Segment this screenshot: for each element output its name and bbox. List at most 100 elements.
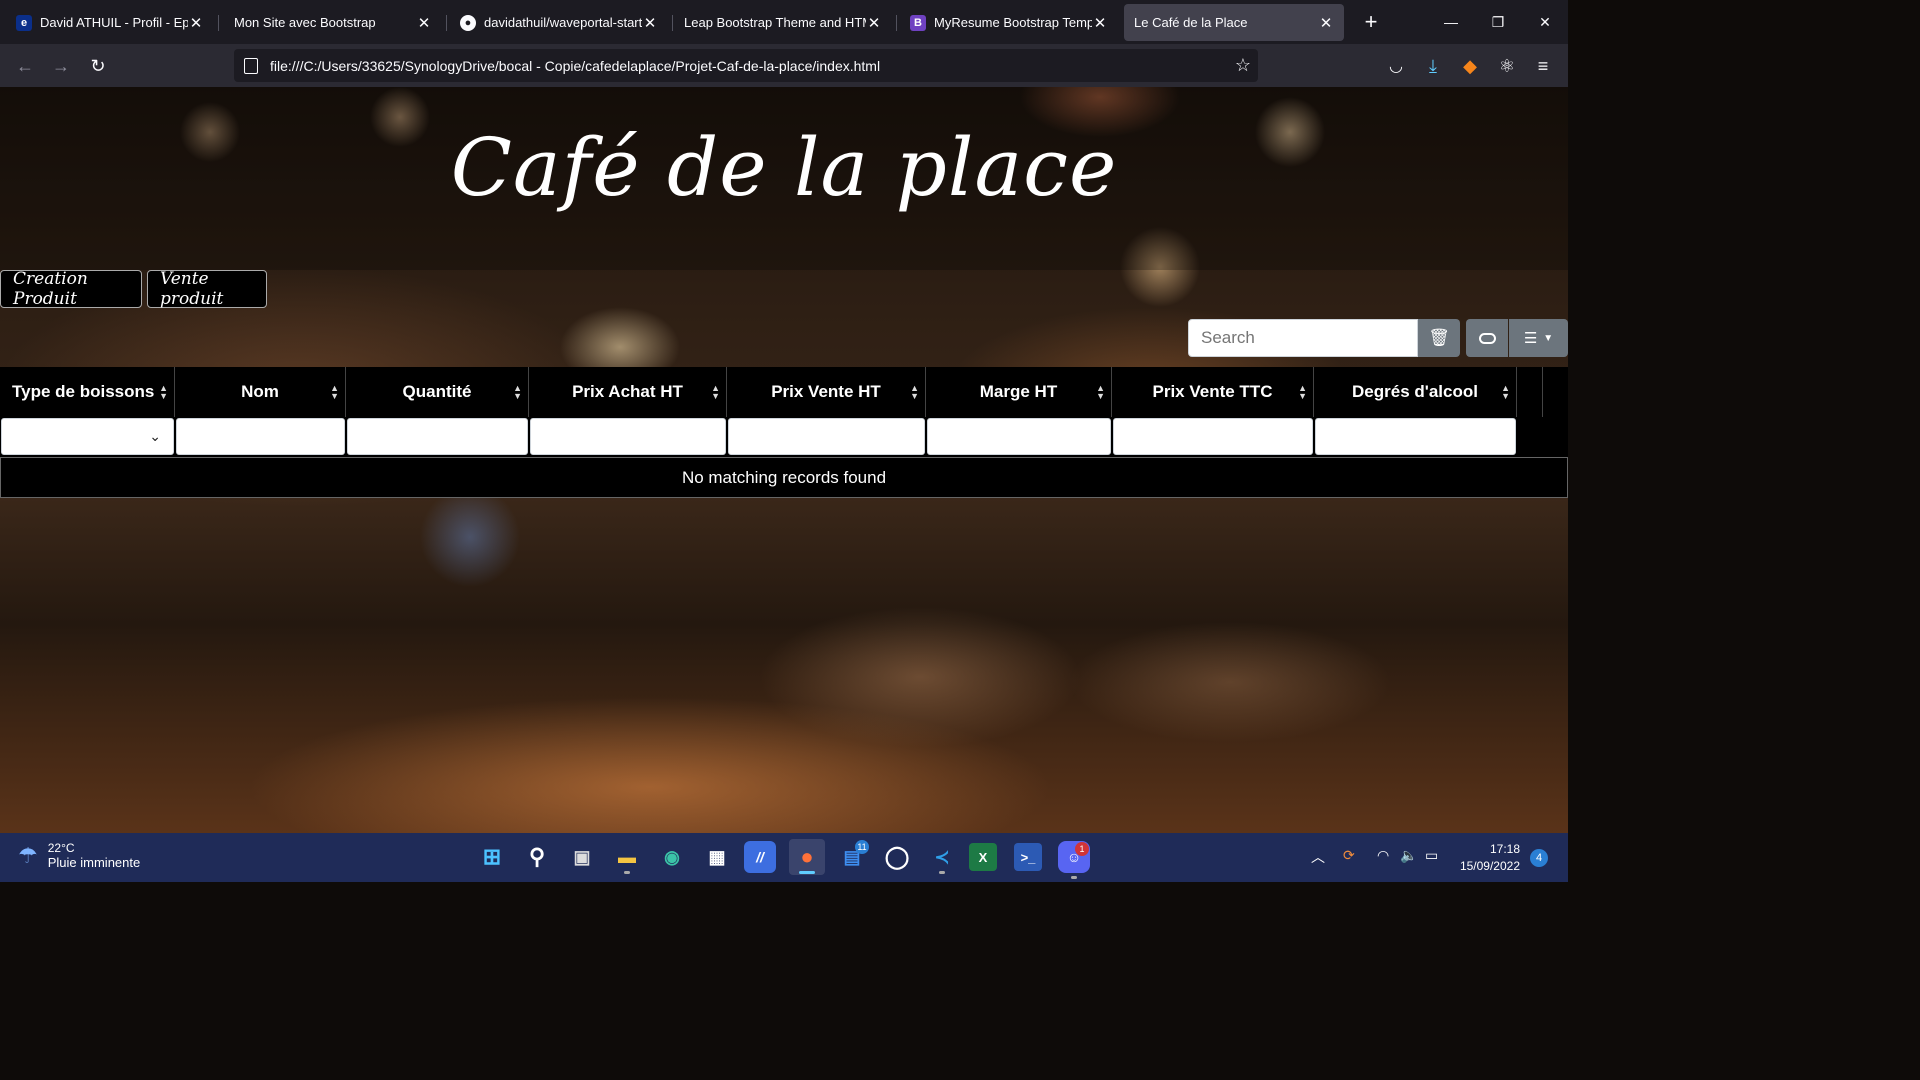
url-bar[interactable]: file:///C:/Users/33625/SynologyDrive/boc… xyxy=(234,49,1258,82)
pocket-icon[interactable]: ◡ xyxy=(1383,53,1409,79)
tab-title: Leap Bootstrap Theme and HTML T xyxy=(684,15,866,30)
downloads-icon[interactable]: ⤓ xyxy=(1420,53,1446,79)
prix-achat-filter-input[interactable] xyxy=(530,418,726,455)
tab-title: Le Café de la Place xyxy=(1134,15,1248,30)
show-hidden-icons-chevron-icon[interactable]: ︿ xyxy=(1311,847,1325,867)
tab-title: Mon Site avec Bootstrap xyxy=(234,15,376,30)
chevron-down-icon: ⌄ xyxy=(149,428,161,444)
column-header-degres[interactable]: Degrés d'alcool ▲ ▼ xyxy=(1314,367,1517,417)
umbrella-rain-icon: ☂ xyxy=(18,842,38,868)
bookmark-star-icon[interactable]: ☆ xyxy=(1228,55,1258,76)
tab-github[interactable]: ● davidathuil/waveportal-starter ✕ xyxy=(450,4,668,41)
sort-icon: ▲ ▼ xyxy=(711,383,720,401)
microsoft-store-icon[interactable]: ▦ xyxy=(699,839,735,875)
column-header-nom[interactable]: Nom ▲ ▼ xyxy=(175,367,346,417)
metamask-fox-icon[interactable]: ◆ xyxy=(1457,53,1483,79)
notification-badge[interactable]: 4 xyxy=(1530,849,1548,867)
tab-close-icon[interactable]: ✕ xyxy=(1318,14,1334,32)
column-header-prix-vente-ttc[interactable]: Prix Vente TTC ▲ ▼ xyxy=(1112,367,1314,417)
column-label: Prix Vente HT xyxy=(771,382,881,401)
column-header-prix-vente-ht[interactable]: Prix Vente HT ▲ ▼ xyxy=(727,367,926,417)
column-header-prix-achat[interactable]: Prix Achat HT ▲ ▼ xyxy=(529,367,727,417)
edge-icon[interactable]: ◉ xyxy=(654,839,690,875)
github-icon: ● xyxy=(460,14,476,31)
tab-title: David ATHUIL - Profil - Epitech xyxy=(40,15,188,30)
column-header-type[interactable]: Type de boissons ▲ ▼ xyxy=(0,367,175,417)
tab-close-icon[interactable]: ✕ xyxy=(188,14,204,32)
quantite-filter-input[interactable] xyxy=(347,418,528,455)
browser-nav-bar: ← → ↻ file:///C:/Users/33625/SynologyDri… xyxy=(0,44,1568,87)
new-tab-button[interactable]: + xyxy=(1348,0,1394,44)
clear-search-button[interactable]: 🗑 xyxy=(1418,319,1460,357)
sync-icon[interactable]: ⟳ xyxy=(1343,847,1355,864)
trash-icon: 🗑 xyxy=(1428,328,1450,347)
tab-cafe-active[interactable]: Le Café de la Place ✕ xyxy=(1124,4,1344,41)
minimize-button[interactable]: — xyxy=(1428,0,1474,44)
sort-icon: ▲ ▼ xyxy=(1298,383,1307,401)
tab-close-icon[interactable]: ✕ xyxy=(416,14,432,32)
task-view-icon[interactable]: ▣ xyxy=(564,839,600,875)
sort-icon: ▲ ▼ xyxy=(1501,383,1510,401)
column-header-actions xyxy=(1517,367,1543,417)
file-explorer-icon[interactable]: ▬ xyxy=(609,839,645,875)
column-header-marge[interactable]: Marge HT ▲ ▼ xyxy=(926,367,1112,417)
creation-produit-button[interactable]: Creation Produit xyxy=(0,269,142,309)
close-window-button[interactable]: ✕ xyxy=(1522,0,1568,44)
tab-myresume[interactable]: B MyResume Bootstrap Template ✕ xyxy=(900,4,1118,41)
powershell-icon[interactable]: >_ xyxy=(1014,843,1042,871)
column-label: Nom xyxy=(241,382,279,401)
weather-widget[interactable]: ☂ 22°C Pluie imminente xyxy=(18,841,140,870)
tab-close-icon[interactable]: ✕ xyxy=(866,14,882,32)
page-info-icon[interactable] xyxy=(244,57,258,74)
marge-filter-input[interactable] xyxy=(927,418,1111,455)
column-label: Type de boissons xyxy=(12,382,155,401)
column-label: Quantité xyxy=(402,382,472,401)
whatsapp-icon[interactable]: ◯ xyxy=(879,839,915,875)
mail-icon[interactable]: ▤ 11 xyxy=(834,839,870,875)
epitech-icon: e xyxy=(16,14,32,31)
prix-vente-ttc-filter-input[interactable] xyxy=(1113,418,1313,455)
sort-icon: ▲ ▼ xyxy=(513,383,522,401)
visual-studio-icon[interactable]: // xyxy=(744,841,776,873)
toggle-view-button[interactable] xyxy=(1466,319,1508,357)
column-header-quantite[interactable]: Quantité ▲ ▼ xyxy=(346,367,529,417)
caret-down-icon: ▼ xyxy=(1543,332,1554,344)
vente-produit-button[interactable]: Vente produit xyxy=(147,269,267,309)
column-label: Marge HT xyxy=(979,382,1058,401)
tab-leap[interactable]: Leap Bootstrap Theme and HTML T ✕ xyxy=(674,4,892,41)
list-icon: ☰ xyxy=(1523,330,1538,347)
tab-close-icon[interactable]: ✕ xyxy=(642,14,658,32)
mail-badge: 11 xyxy=(855,840,869,854)
search-icon[interactable]: ⚲ xyxy=(519,839,555,875)
system-clock[interactable]: 17:18 15/09/2022 xyxy=(1452,841,1520,875)
discord-icon[interactable]: ☺ 1 xyxy=(1058,841,1090,879)
tab-epitech[interactable]: e David ATHUIL - Profil - Epitech ✕ xyxy=(6,4,214,41)
tab-mon-site[interactable]: Mon Site avec Bootstrap ✕ xyxy=(224,4,442,41)
search-input[interactable] xyxy=(1188,319,1418,357)
excel-icon[interactable]: X xyxy=(969,843,997,871)
filter-row: ⌄ xyxy=(0,417,1568,457)
nom-filter-input[interactable] xyxy=(176,418,345,455)
prix-vente-ht-filter-input[interactable] xyxy=(728,418,925,455)
type-filter-select[interactable]: ⌄ xyxy=(1,418,174,455)
battery-icon[interactable]: ▭ xyxy=(1425,847,1438,864)
forward-arrow-icon[interactable]: → xyxy=(48,53,74,79)
sort-icon: ▲ ▼ xyxy=(159,383,168,401)
reload-icon[interactable]: ↻ xyxy=(85,53,111,79)
clock-date: 15/09/2022 xyxy=(1459,859,1520,873)
windows-start-icon[interactable]: ⊞ xyxy=(474,839,510,875)
back-arrow-icon[interactable]: ← xyxy=(12,53,38,79)
menu-hamburger-icon[interactable]: ≡ xyxy=(1530,53,1556,79)
weather-temp: 22°C xyxy=(47,841,75,855)
url-text[interactable]: file:///C:/Users/33625/SynologyDrive/boc… xyxy=(270,58,1228,74)
firefox-icon[interactable]: ● xyxy=(789,839,825,875)
columns-dropdown-button[interactable]: ☰ ▼ xyxy=(1509,319,1568,357)
wifi-icon[interactable]: ◠ xyxy=(1377,847,1389,864)
degres-filter-input[interactable] xyxy=(1315,418,1516,455)
column-label: Degrés d'alcool xyxy=(1352,382,1478,401)
tab-close-icon[interactable]: ✕ xyxy=(1092,14,1108,32)
extension-react-icon[interactable]: ⚛ xyxy=(1494,53,1520,79)
volume-icon[interactable]: 🔈 xyxy=(1400,847,1417,864)
vscode-icon[interactable]: ≺ xyxy=(924,839,960,875)
restore-button[interactable]: ❐ xyxy=(1475,0,1521,44)
